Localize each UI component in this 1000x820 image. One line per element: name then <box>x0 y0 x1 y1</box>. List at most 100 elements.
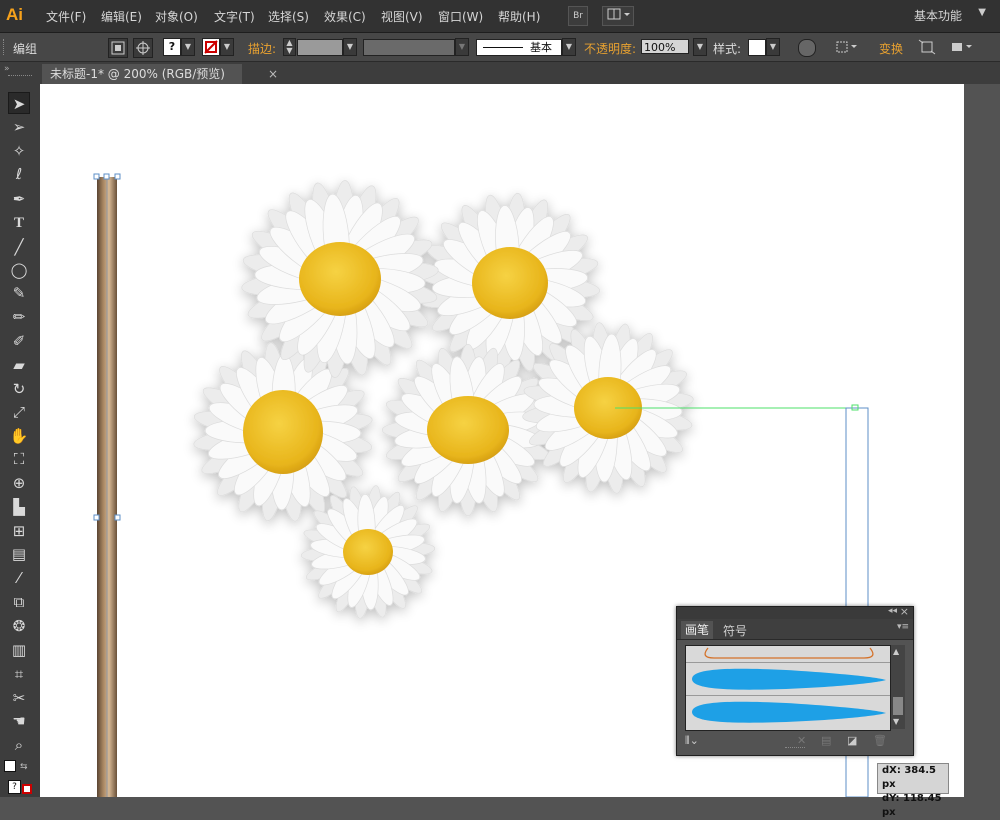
brush-libraries-icon[interactable]: ⫴⌄ <box>685 734 699 748</box>
scroll-up-icon[interactable]: ▲ <box>893 647 899 656</box>
remove-stroke-icon[interactable]: ✕ <box>797 734 806 747</box>
artboard-tool-icon[interactable]: ⌗ <box>8 663 30 685</box>
opacity-dropdown[interactable]: ▼ <box>693 38 707 56</box>
menu-help[interactable]: 帮助(H) <box>498 8 540 25</box>
fill-swatch[interactable]: ? <box>163 38 181 56</box>
scroll-thumb[interactable] <box>893 697 903 715</box>
list-item[interactable] <box>686 663 890 696</box>
type-tool-icon[interactable]: T <box>8 212 30 234</box>
panel-title-bar[interactable]: ◂◂ × <box>677 605 913 619</box>
arrange-documents-button[interactable] <box>602 6 634 26</box>
tab-symbols[interactable]: 符号 <box>723 622 747 639</box>
swap-colors-icon[interactable]: ⇆ <box>20 762 28 772</box>
profile-dropdown[interactable]: ▼ <box>455 38 469 56</box>
pen-tool-icon[interactable]: ✒ <box>8 188 30 210</box>
mixed-fill-icon[interactable]: ? <box>8 780 21 794</box>
menu-view[interactable]: 视图(V) <box>381 8 423 25</box>
menu-object[interactable]: 对象(O) <box>155 8 198 25</box>
fill-dropdown[interactable]: ▼ <box>181 38 195 56</box>
panel-scrollbar[interactable]: ▲ ▼ <box>891 645 905 729</box>
slice-tool-icon[interactable]: ✂ <box>8 687 30 709</box>
free-transform-tool-icon[interactable]: ⛶ <box>8 448 30 470</box>
style-dropdown[interactable]: ▼ <box>766 38 780 56</box>
menu-effect[interactable]: 效果(C) <box>324 8 366 25</box>
document-tab[interactable]: 未标题-1* @ 200% (RGB/预览) × <box>42 64 278 84</box>
blend-tool-icon[interactable]: ⧉ <box>8 591 30 613</box>
isolate-group-button[interactable] <box>108 38 128 58</box>
stroke-none-icon[interactable] <box>22 784 32 794</box>
brush-options-icon[interactable]: ▤ <box>821 734 831 747</box>
close-icon[interactable]: × <box>268 64 278 84</box>
vertical-scroll-area[interactable] <box>966 84 1000 797</box>
stroke-label[interactable]: 描边: <box>248 40 276 57</box>
shape-builder-tool-icon[interactable]: ⊕ <box>8 472 30 494</box>
workspace-switcher[interactable]: 基本功能 <box>914 7 962 24</box>
eraser-tool-icon[interactable]: ▰ <box>8 354 30 376</box>
control-panel-menu[interactable] <box>950 39 978 55</box>
brush-dropdown[interactable]: ▼ <box>562 38 576 56</box>
resize-grip-icon[interactable] <box>785 747 805 751</box>
panel-menu-icon[interactable]: ▾≡ <box>897 622 909 632</box>
bridge-button[interactable]: Br <box>568 6 588 26</box>
recolor-button[interactable] <box>133 38 153 58</box>
selection-type-label: 编组 <box>13 42 38 56</box>
warp-tool-icon[interactable]: ✋ <box>8 425 30 447</box>
lasso-tool-icon[interactable]: ℓ <box>8 163 30 185</box>
selection-tool-icon[interactable]: ➤ <box>8 92 30 114</box>
transform-each-button[interactable] <box>918 39 936 55</box>
delete-brush-icon[interactable]: 🗑 <box>873 734 887 747</box>
stroke-weight-stepper[interactable]: ▲ ▼ <box>283 38 296 56</box>
line-tool-icon[interactable]: ╱ <box>8 236 30 258</box>
menu-type[interactable]: 文字(T) <box>214 8 255 25</box>
transform-link[interactable]: 变换 <box>879 40 903 57</box>
blob-brush-tool-icon[interactable]: ✐ <box>8 330 30 352</box>
close-icon[interactable]: × <box>900 605 909 618</box>
menu-select[interactable]: 选择(S) <box>268 8 309 25</box>
tab-brushes[interactable]: 画笔 <box>681 621 714 639</box>
magic-wand-tool-icon[interactable]: ✧ <box>8 140 30 162</box>
list-item[interactable] <box>686 696 890 728</box>
stroke-weight-input[interactable] <box>297 39 343 56</box>
eyedropper-tool-icon[interactable]: ⁄ <box>8 567 30 589</box>
brush-preview <box>704 647 874 659</box>
gradient-tool-icon[interactable]: ▤ <box>8 543 30 565</box>
paintbrush-tool-icon[interactable]: ✎ <box>8 282 30 304</box>
align-options-button[interactable] <box>834 39 860 55</box>
opacity-label[interactable]: 不透明度: <box>584 40 636 57</box>
stroke-dropdown[interactable]: ▼ <box>220 38 234 56</box>
scale-tool-icon[interactable]: ⤢ <box>8 401 30 423</box>
menu-file[interactable]: 文件(F) <box>46 8 86 25</box>
chevron-down-icon[interactable]: ▼ <box>978 7 986 18</box>
mixed-fill-icon: ? <box>168 40 176 53</box>
rotate-tool-icon[interactable]: ↻ <box>8 378 30 400</box>
list-item[interactable] <box>686 646 890 663</box>
transform-icon <box>918 39 936 55</box>
scroll-down-icon[interactable]: ▼ <box>893 717 899 726</box>
menu-window[interactable]: 窗口(W) <box>438 8 483 25</box>
opacity-input[interactable]: 100% <box>641 39 689 54</box>
stroke-weight-dropdown[interactable]: ▼ <box>343 38 357 56</box>
pencil-tool-icon[interactable]: ✏ <box>8 306 30 328</box>
variable-width-profile[interactable] <box>363 39 455 56</box>
collapse-panel-icon[interactable]: ◂◂ <box>888 606 897 616</box>
mesh-tool-icon[interactable]: ⊞ <box>8 520 30 542</box>
new-brush-icon[interactable]: ◪ <box>847 734 857 747</box>
collapse-toolbar-icon[interactable]: » <box>4 64 10 74</box>
grip-icon <box>8 75 32 80</box>
zoom-tool-icon[interactable]: ⌕ <box>8 734 30 756</box>
document-tab-bar: 未标题-1* @ 200% (RGB/预览) × <box>40 62 1000 84</box>
menu-edit[interactable]: 编辑(E) <box>101 8 142 25</box>
ellipse-tool-icon[interactable]: ◯ <box>8 259 30 281</box>
brush-definition-field[interactable]: 基本 <box>476 39 562 56</box>
hand-tool-icon[interactable]: ☚ <box>8 710 30 732</box>
fill-color-icon[interactable] <box>4 760 16 772</box>
perspective-grid-tool-icon[interactable]: ▙ <box>8 496 30 518</box>
graphic-style-swatch[interactable] <box>748 39 766 56</box>
column-graph-tool-icon[interactable]: ▥ <box>8 639 30 661</box>
symbol-sprayer-tool-icon[interactable]: ❂ <box>8 615 30 637</box>
control-bar: 编组 ? ▼ ▼ 描边: ▲ ▼ ▼ ▼ 基本 ▼ 不透明度: 100% ▼ 样式… <box>0 33 1000 62</box>
recolor-artwork-icon[interactable] <box>798 39 816 57</box>
direct-selection-tool-icon[interactable]: ➢ <box>8 116 30 138</box>
drag-measure-tooltip: dX: 384.5 px dY: 118.45 px <box>877 763 949 818</box>
stroke-swatch[interactable] <box>202 38 220 56</box>
